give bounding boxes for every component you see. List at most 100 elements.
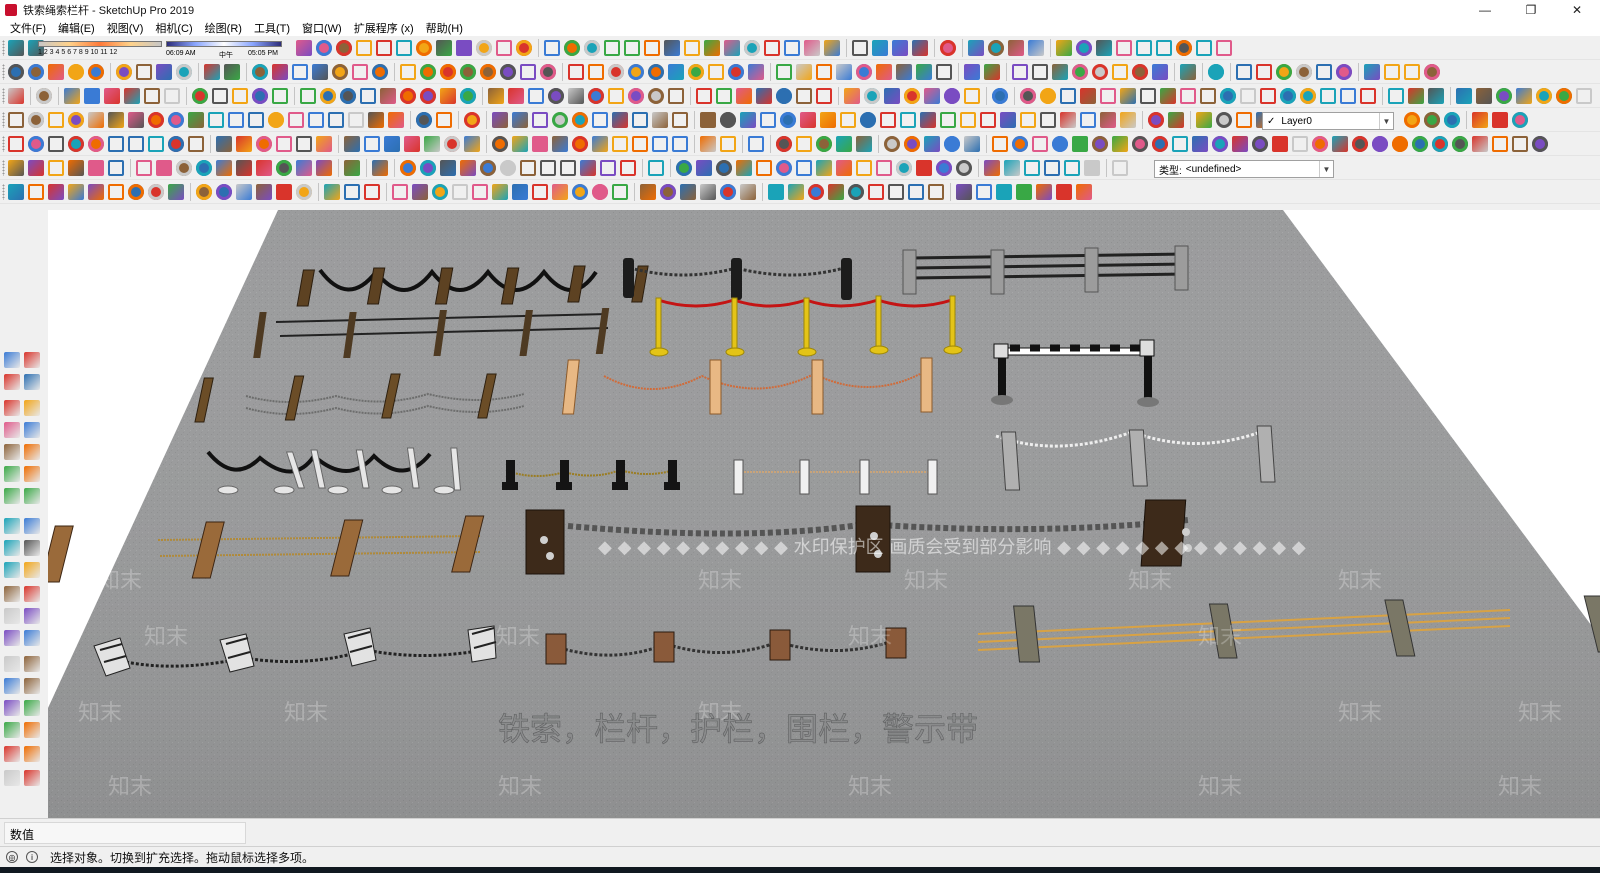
toolbar-tool-icon[interactable] — [1120, 112, 1136, 128]
type-dropdown[interactable]: 类型: <undefined> ▼ — [1154, 160, 1334, 178]
toolbar-tool-icon[interactable] — [880, 112, 896, 128]
toolbar-tool-icon[interactable] — [1092, 64, 1108, 80]
toolbar-tool-icon[interactable] — [1112, 160, 1128, 176]
toolbar-tool-icon[interactable] — [728, 64, 744, 80]
toolbar-tool-icon[interactable] — [228, 112, 244, 128]
tool-palette-icon[interactable] — [24, 444, 40, 460]
toolbar-tool-icon[interactable] — [860, 112, 876, 128]
toolbar-tool-icon[interactable] — [1156, 40, 1172, 56]
toolbar-tool-icon[interactable] — [756, 160, 772, 176]
toolbar-tool-icon[interactable] — [768, 184, 784, 200]
toolbar-tool-icon[interactable] — [1052, 136, 1068, 152]
toolbar-tool-icon[interactable] — [540, 160, 556, 176]
toolbar-tool-icon[interactable] — [964, 88, 980, 104]
toolbar-tool-icon[interactable] — [492, 184, 508, 200]
toolbar-tool-icon[interactable] — [128, 184, 144, 200]
toolbar-tool-icon[interactable] — [1192, 136, 1208, 152]
toolbar-tool-icon[interactable] — [1408, 88, 1424, 104]
toolbar-tool-icon[interactable] — [496, 40, 512, 56]
toolbar-tool-icon[interactable] — [1492, 136, 1508, 152]
toolbar-tool-icon[interactable] — [464, 112, 480, 128]
toolbar-tool-icon[interactable] — [268, 112, 284, 128]
toolbar-tool-icon[interactable] — [1168, 112, 1184, 128]
toolbar-tool-icon[interactable] — [1312, 136, 1328, 152]
toolbar-tool-icon[interactable] — [1384, 64, 1400, 80]
toolbar-tool-icon[interactable] — [8, 160, 24, 176]
geo-location-icon[interactable]: ◎ — [6, 851, 18, 863]
toolbar-tool-icon[interactable] — [1080, 88, 1096, 104]
toolbar-tool-icon[interactable] — [1576, 88, 1592, 104]
tool-palette-icon[interactable] — [4, 422, 20, 438]
toolbar-tool-icon[interactable] — [908, 184, 924, 200]
toolbar-tool-icon[interactable] — [108, 112, 124, 128]
toolbar-tool-icon[interactable] — [1360, 88, 1376, 104]
toolbar-tool-icon[interactable] — [1392, 136, 1408, 152]
toolbar-tool-icon[interactable] — [196, 160, 212, 176]
toolbar-tool-icon[interactable] — [976, 184, 992, 200]
toolbar-tool-icon[interactable] — [420, 160, 436, 176]
toolbar-tool-icon[interactable] — [816, 88, 832, 104]
toolbar-tool-icon[interactable] — [776, 136, 792, 152]
toolbar-tool-icon[interactable] — [968, 40, 984, 56]
toolbar-tool-icon[interactable] — [376, 40, 392, 56]
toolbar-tool-icon[interactable] — [456, 40, 472, 56]
toolbar-tool-icon[interactable] — [88, 136, 104, 152]
toolbar-tool-icon[interactable] — [460, 160, 476, 176]
tool-palette-icon[interactable] — [24, 678, 40, 694]
tool-palette-icon[interactable] — [24, 656, 40, 672]
toolbar-tool-icon[interactable] — [1028, 40, 1044, 56]
toolbar-tool-icon[interactable] — [1200, 88, 1216, 104]
toolbar-tool-icon[interactable] — [108, 160, 124, 176]
toolbar-tool-icon[interactable] — [1180, 64, 1196, 80]
toolbar-tool-icon[interactable] — [460, 88, 476, 104]
toolbar-tool-icon[interactable] — [368, 112, 384, 128]
toolbar-tool-icon[interactable] — [1216, 40, 1232, 56]
toolbar-tool-icon[interactable] — [1176, 40, 1192, 56]
toolbar-tool-icon[interactable] — [168, 112, 184, 128]
toolbar-tool-icon[interactable] — [168, 136, 184, 152]
toolbar-tool-icon[interactable] — [236, 184, 252, 200]
toolbar-tool-icon[interactable] — [608, 88, 624, 104]
toolbar-tool-icon[interactable] — [736, 88, 752, 104]
toolbar-tool-icon[interactable] — [1252, 136, 1268, 152]
toolbar-tool-icon[interactable] — [904, 136, 920, 152]
toolbar-grip[interactable] — [2, 64, 5, 80]
toolbar-tool-icon[interactable] — [600, 160, 616, 176]
toolbar-tool-icon[interactable] — [740, 184, 756, 200]
layer-dropdown[interactable]: ✓ Layer0 ▼ — [1262, 112, 1394, 130]
toolbar-tool-icon[interactable] — [748, 64, 764, 80]
toolbar-tool-icon[interactable] — [1496, 88, 1512, 104]
toolbar-tool-icon[interactable] — [8, 40, 24, 56]
toolbar-tool-icon[interactable] — [1112, 64, 1128, 80]
toolbar-tool-icon[interactable] — [816, 160, 832, 176]
toolbar-tool-icon[interactable] — [1272, 136, 1288, 152]
toolbar-tool-icon[interactable] — [372, 64, 388, 80]
tool-palette-icon[interactable] — [24, 770, 40, 786]
toolbar-tool-icon[interactable] — [192, 88, 208, 104]
toolbar-tool-icon[interactable] — [416, 112, 432, 128]
toolbar-tool-icon[interactable] — [1136, 40, 1152, 56]
tool-palette-icon[interactable] — [4, 700, 20, 716]
toolbar-tool-icon[interactable] — [364, 136, 380, 152]
toolbar-tool-icon[interactable] — [412, 184, 428, 200]
toolbar-tool-icon[interactable] — [296, 160, 312, 176]
toolbar-tool-icon[interactable] — [148, 112, 164, 128]
toolbar-tool-icon[interactable] — [512, 112, 528, 128]
menu-view[interactable]: 视图(V) — [101, 20, 150, 36]
minimize-button[interactable]: — — [1462, 0, 1508, 20]
toolbar-tool-icon[interactable] — [1076, 40, 1092, 56]
toolbar-tool-icon[interactable] — [296, 136, 312, 152]
toolbar-tool-icon[interactable] — [1452, 136, 1468, 152]
toolbar-tool-icon[interactable] — [1196, 112, 1212, 128]
toolbar-tool-icon[interactable] — [400, 88, 416, 104]
toolbar-tool-icon[interactable] — [704, 40, 720, 56]
toolbar-tool-icon[interactable] — [1040, 112, 1056, 128]
toolbar-tool-icon[interactable] — [592, 184, 608, 200]
toolbar-tool-icon[interactable] — [904, 88, 920, 104]
toolbar-tool-icon[interactable] — [896, 64, 912, 80]
toolbar-tool-icon[interactable] — [668, 64, 684, 80]
toolbar-tool-icon[interactable] — [312, 64, 328, 80]
toolbar-tool-icon[interactable] — [1320, 88, 1336, 104]
toolbar-tool-icon[interactable] — [424, 136, 440, 152]
toolbar-tool-icon[interactable] — [552, 112, 568, 128]
